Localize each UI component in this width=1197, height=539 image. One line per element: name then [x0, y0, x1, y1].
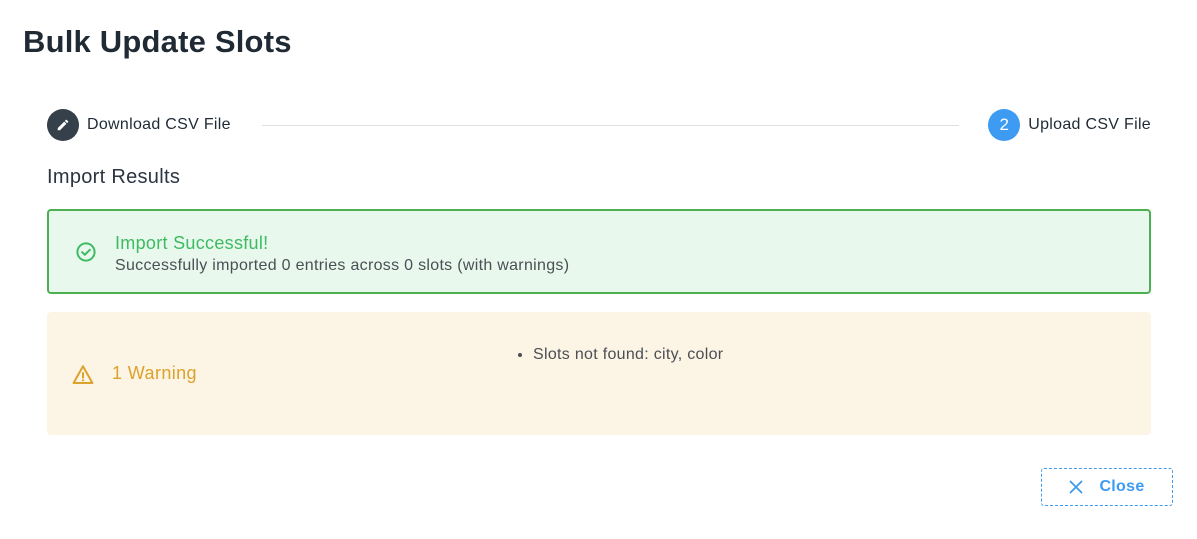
step-number-indicator: 2 [988, 109, 1021, 141]
step-upload-csv: 2 Upload CSV File [988, 109, 1151, 141]
import-results-heading: Import Results [47, 166, 181, 188]
success-message: Successfully imported 0 entries across 0… [115, 257, 570, 274]
step-complete-indicator [47, 109, 79, 141]
success-title: Import Successful! [115, 233, 269, 253]
step-label-upload: Upload CSV File [1028, 116, 1151, 133]
close-icon [1070, 480, 1083, 494]
success-alert: Import Successful! Successfully imported… [47, 209, 1151, 294]
close-button[interactable]: Close [1041, 468, 1173, 506]
warning-list: Slots not found: city, color [513, 345, 723, 365]
step-download-csv: Download CSV File [47, 109, 231, 141]
dialog-title: Bulk Update Slots [23, 24, 292, 59]
warning-title: 1 Warning [112, 363, 197, 383]
close-button-label: Close [1099, 478, 1145, 495]
step-label-download: Download CSV File [87, 116, 231, 133]
step-divider [262, 125, 959, 126]
pencil-icon [57, 119, 69, 131]
warning-alert: 1 Warning Slots not found: city, color [47, 312, 1151, 435]
stepper: Download CSV File 2 Upload CSV File [47, 109, 1151, 141]
check-circle-icon [76, 242, 96, 262]
warning-triangle-icon [72, 365, 94, 384]
warning-list-item: Slots not found: city, color [533, 345, 723, 365]
